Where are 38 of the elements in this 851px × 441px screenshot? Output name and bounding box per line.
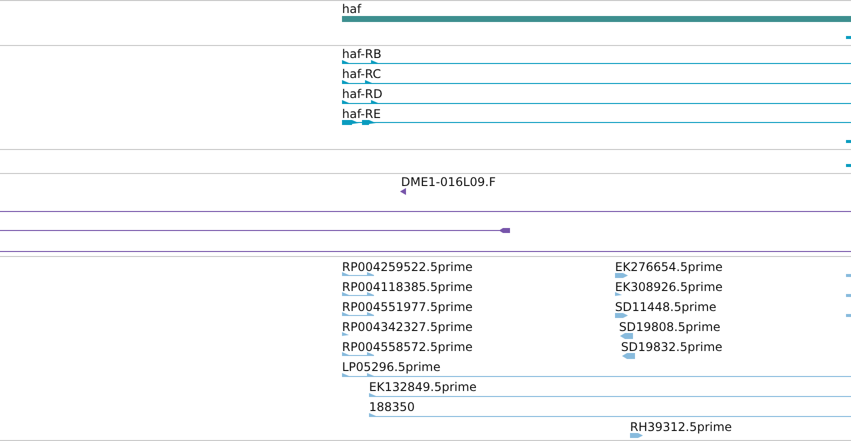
est-glyph [342,352,375,357]
est-label: EK132849.5prime [369,380,477,394]
feature-glyph [846,273,851,277]
transcript-label: haf-RB [342,47,382,61]
transcript-label: haf-RC [342,67,381,81]
est-label: 188350 [369,400,415,414]
est-label: RP004342327.5prime [342,320,473,334]
est-glyph [615,292,622,297]
est-label: RP004558572.5prime [342,340,473,354]
feature-glyph [846,35,851,39]
est-label: RP004118385.5prime [342,280,473,294]
transcript-label: haf-RE [342,107,381,121]
est-glyph [615,313,628,318]
transcript-label: haf-RD [342,87,382,101]
est-glyph [342,272,375,277]
feature-glyph [846,139,851,143]
est-glyph [630,433,643,438]
est-label: RP004551977.5prime [342,300,473,314]
feature-glyph [846,313,851,317]
est-glyph [615,273,628,278]
est-glyph [622,353,635,359]
est-label: SD19832.5prime [621,340,722,354]
est-label: LP05296.5prime [342,360,441,374]
est-label: EK308926.5prime [615,280,723,294]
est-glyph [342,332,349,337]
clone-end-glyph [400,188,406,195]
est-label: RH39312.5prime [630,420,732,434]
est-glyph [342,292,375,297]
est-label: SD19808.5prime [619,320,720,334]
est-glyph [620,333,633,339]
feature-glyph [846,293,851,297]
est-glyph [342,312,375,317]
est-label: RP004259522.5prime [342,260,473,274]
gene-label: haf [342,2,362,16]
est-label: SD11448.5prime [615,300,716,314]
feature-glyph [846,163,851,167]
clone-end-label: DME1-016L09.F [401,175,496,189]
est-label: EK276654.5prime [615,260,723,274]
